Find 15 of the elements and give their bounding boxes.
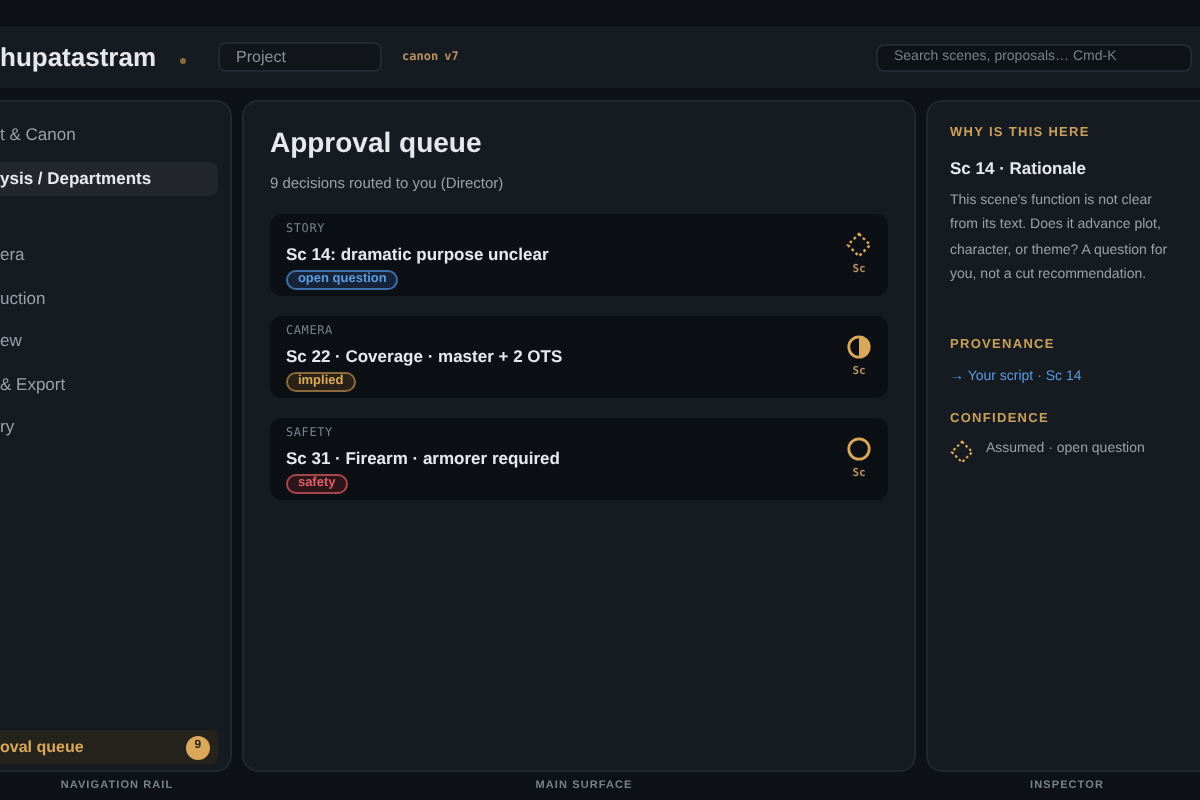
card-title: Sc 31 · Firearm · armorer required (285, 446, 560, 473)
project-field[interactable]: Project (218, 42, 383, 72)
nav-item[interactable]: uction (0, 281, 218, 315)
nav-item[interactable]: era (0, 238, 218, 272)
nav-item[interactable]: ry (0, 410, 218, 444)
page-title: Approval queue (269, 124, 484, 162)
nav-item[interactable]: ew (0, 324, 218, 358)
nav-label: oval queue (0, 735, 84, 759)
rationale-title: Sc 14 · Rationale (950, 155, 1089, 181)
nav-item[interactable]: t & Canon (0, 118, 218, 152)
nav-item[interactable]: & Export (0, 367, 218, 401)
card-title: Sc 14: dramatic purpose unclear (285, 242, 549, 269)
card-title: Sc 22 · Coverage · master + 2 OTS (285, 344, 563, 371)
nav-item[interactable]: ysis / Departments (0, 161, 218, 195)
app-name: hupatastram (0, 39, 157, 76)
